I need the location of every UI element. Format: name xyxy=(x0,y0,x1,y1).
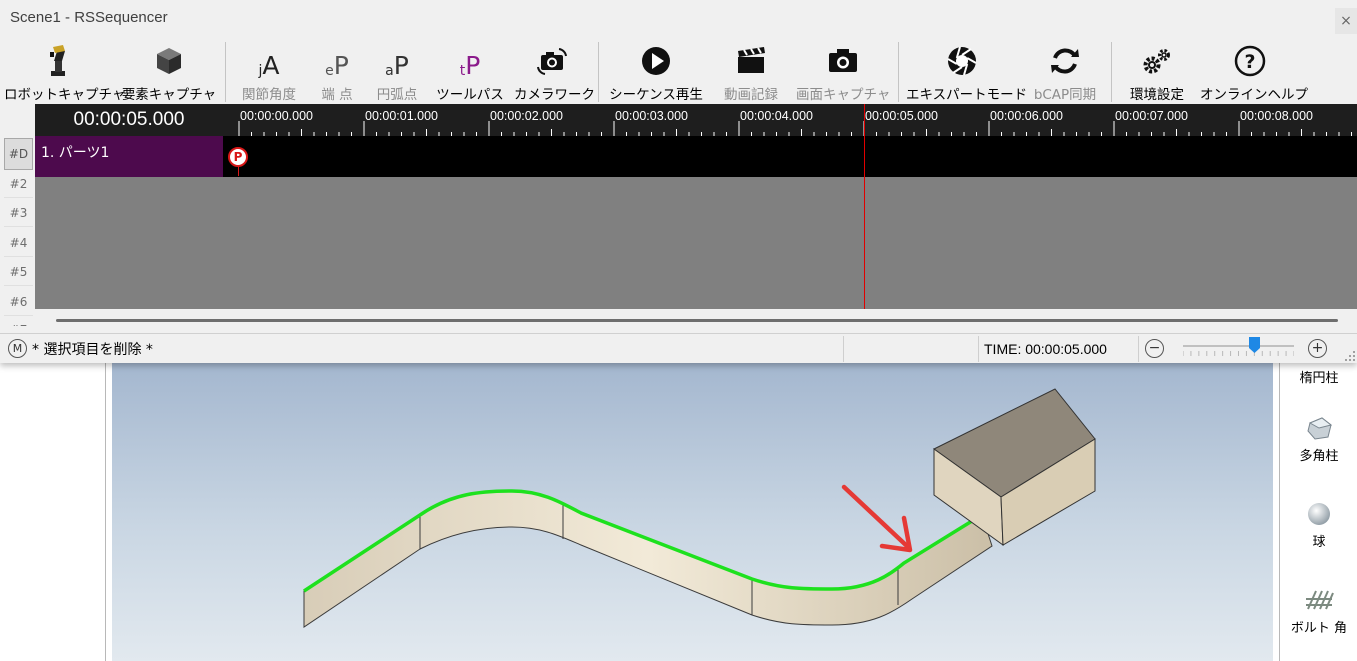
track-area[interactable]: 1. パーツ1 P xyxy=(35,136,1357,309)
shape-item-polygon-prism[interactable]: 多角柱 xyxy=(1281,415,1357,464)
svg-text:?: ? xyxy=(1244,51,1255,73)
camera-rotate-icon xyxy=(535,44,569,78)
sync-icon xyxy=(1048,44,1082,78)
toolbar-separator xyxy=(598,42,599,102)
window-title: Scene1 - RSSequencer xyxy=(10,9,168,26)
aperture-icon xyxy=(945,44,979,78)
ruler-label: 00:00:07.000 xyxy=(1115,109,1188,123)
bcap-sync-button[interactable]: bCAP同期 xyxy=(1026,38,1104,104)
end-point-icon: eP xyxy=(325,51,349,80)
row-label[interactable]: #6 xyxy=(4,288,33,316)
clapperboard-icon xyxy=(734,44,768,78)
joint-angle-icon: jA xyxy=(258,51,280,80)
timeline-scroll-zone xyxy=(35,309,1357,333)
toolbar-separator xyxy=(898,42,899,102)
help-icon: ? xyxy=(1233,44,1267,78)
tool-path-icon: tP xyxy=(459,51,481,80)
screen-capture-button[interactable]: 画面キャプチャ xyxy=(796,38,890,104)
ruler-label: 00:00:08.000 xyxy=(1240,109,1313,123)
status-message: * 選択項目を削除 * xyxy=(32,342,153,358)
toolbar: ロボットキャプチャ 要素キャプチャ jA 関節角度 e P 端 点 a P 円弧… xyxy=(0,38,1357,104)
bolt-icon xyxy=(1306,590,1334,610)
tool-path-button[interactable]: tP ツールパス xyxy=(434,38,506,104)
3d-viewport[interactable] xyxy=(105,363,1280,661)
horizontal-scrollbar[interactable] xyxy=(56,319,1338,322)
arc-point-icon: aP xyxy=(385,51,409,80)
status-separator xyxy=(1138,336,1139,362)
pose-marker-stem xyxy=(238,167,239,176)
gears-icon xyxy=(1140,44,1174,78)
ruler-label: 00:00:03.000 xyxy=(615,109,688,123)
camera-icon xyxy=(826,44,860,78)
row-label[interactable]: #3 xyxy=(4,199,33,227)
shapes-panel: 楕円柱 多角柱 球 ボルト 角 xyxy=(1281,363,1357,661)
row-label[interactable]: #D xyxy=(4,138,33,170)
status-separator xyxy=(843,336,844,362)
video-record-button[interactable]: 動画記録 xyxy=(714,38,788,104)
element-capture-button[interactable]: 要素キャプチャ xyxy=(120,38,218,104)
robot-arm-icon xyxy=(41,44,75,78)
ruler-label: 00:00:04.000 xyxy=(740,109,813,123)
mode-badge: M xyxy=(8,339,27,358)
playhead[interactable] xyxy=(864,104,865,309)
background-left-panel xyxy=(0,363,105,661)
joint-angle-button[interactable]: jA 関節角度 xyxy=(232,38,306,104)
shape-item-bolt[interactable]: ボルト 角 xyxy=(1281,587,1357,636)
ruler-label: 00:00:02.000 xyxy=(490,109,563,123)
track-row[interactable]: 1. パーツ1 P xyxy=(35,136,1357,177)
expert-mode-button[interactable]: エキスパートモード xyxy=(906,38,1027,104)
robot-capture-button[interactable]: ロボットキャプチャ xyxy=(4,38,125,104)
close-button[interactable]: × xyxy=(1335,8,1357,34)
ruler-label: 00:00:05.000 xyxy=(865,109,938,123)
cube-icon xyxy=(152,44,186,78)
status-separator xyxy=(978,336,979,362)
zoom-slider-thumb[interactable] xyxy=(1248,337,1260,353)
ruler-label: 00:00:01.000 xyxy=(365,109,438,123)
pose-marker[interactable]: P xyxy=(228,147,248,167)
end-point-button[interactable]: eP 端 点 xyxy=(312,38,362,104)
shape-item-sphere[interactable]: 球 xyxy=(1281,501,1357,550)
title-bar[interactable]: Scene1 - RSSequencer × xyxy=(0,0,1357,38)
shape-item-ellipse-cylinder[interactable]: 楕円柱 xyxy=(1281,367,1357,386)
zoom-slider-ticks xyxy=(1183,351,1294,356)
row-label[interactable]: #2 xyxy=(4,170,33,198)
part-block[interactable]: 1. パーツ1 xyxy=(35,136,223,177)
time-readout: TIME: 00:00:05.000 xyxy=(984,341,1107,357)
polygon-prism-icon xyxy=(1307,417,1333,440)
env-settings-button[interactable]: 環境設定 xyxy=(1120,38,1194,104)
row-label[interactable]: #4 xyxy=(4,229,33,257)
toolbar-separator xyxy=(225,42,226,102)
sequence-play-button[interactable]: シーケンス再生 xyxy=(605,38,707,104)
ruler-label: 00:00:00.000 xyxy=(240,109,313,123)
status-bar: M * 選択項目を削除 * TIME: 00:00:05.000 − + xyxy=(0,333,1357,363)
arc-point-button[interactable]: aP 円弧点 xyxy=(368,38,426,104)
ruler-label: 00:00:06.000 xyxy=(990,109,1063,123)
resize-grip[interactable] xyxy=(1345,351,1355,361)
sphere-icon xyxy=(1308,503,1330,525)
row-labels: #D#2#3#4#5#6#7 xyxy=(0,136,35,326)
online-help-button[interactable]: ? オンラインヘルプ xyxy=(1200,38,1308,104)
timeline-ruler[interactable]: 00:00:00.000 00:00:01.000 00:00:02.000 00:0… xyxy=(223,104,1357,136)
play-icon xyxy=(639,44,673,78)
row-label[interactable]: #7 xyxy=(4,316,33,326)
zoom-slider-track[interactable] xyxy=(1183,345,1294,347)
scene-render xyxy=(303,388,1096,628)
row-label[interactable]: #5 xyxy=(4,258,33,286)
toolbar-separator xyxy=(1111,42,1112,102)
sequencer-window: Scene1 - RSSequencer × ロボットキャプチャ 要素キャプチャ… xyxy=(0,0,1357,363)
current-time-display: 00:00:05.000 xyxy=(35,104,223,136)
zoom-in-button[interactable]: + xyxy=(1308,339,1327,358)
zoom-out-button[interactable]: − xyxy=(1145,339,1164,358)
camera-work-button[interactable]: カメラワーク xyxy=(514,38,595,104)
